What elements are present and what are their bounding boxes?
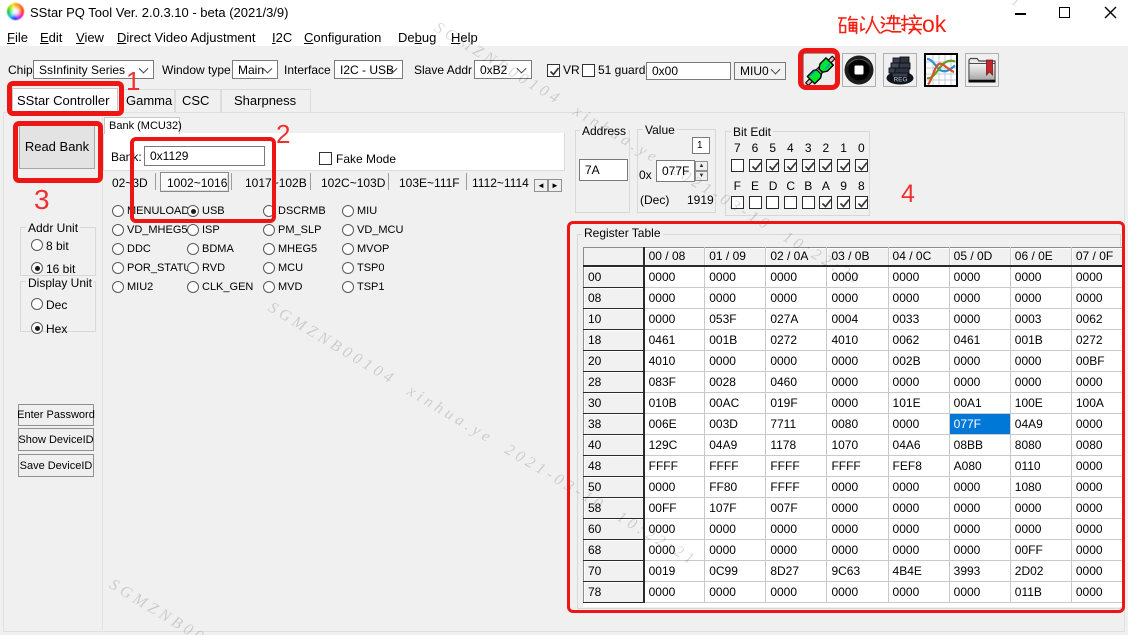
svg-text:REG: REG	[893, 77, 907, 84]
